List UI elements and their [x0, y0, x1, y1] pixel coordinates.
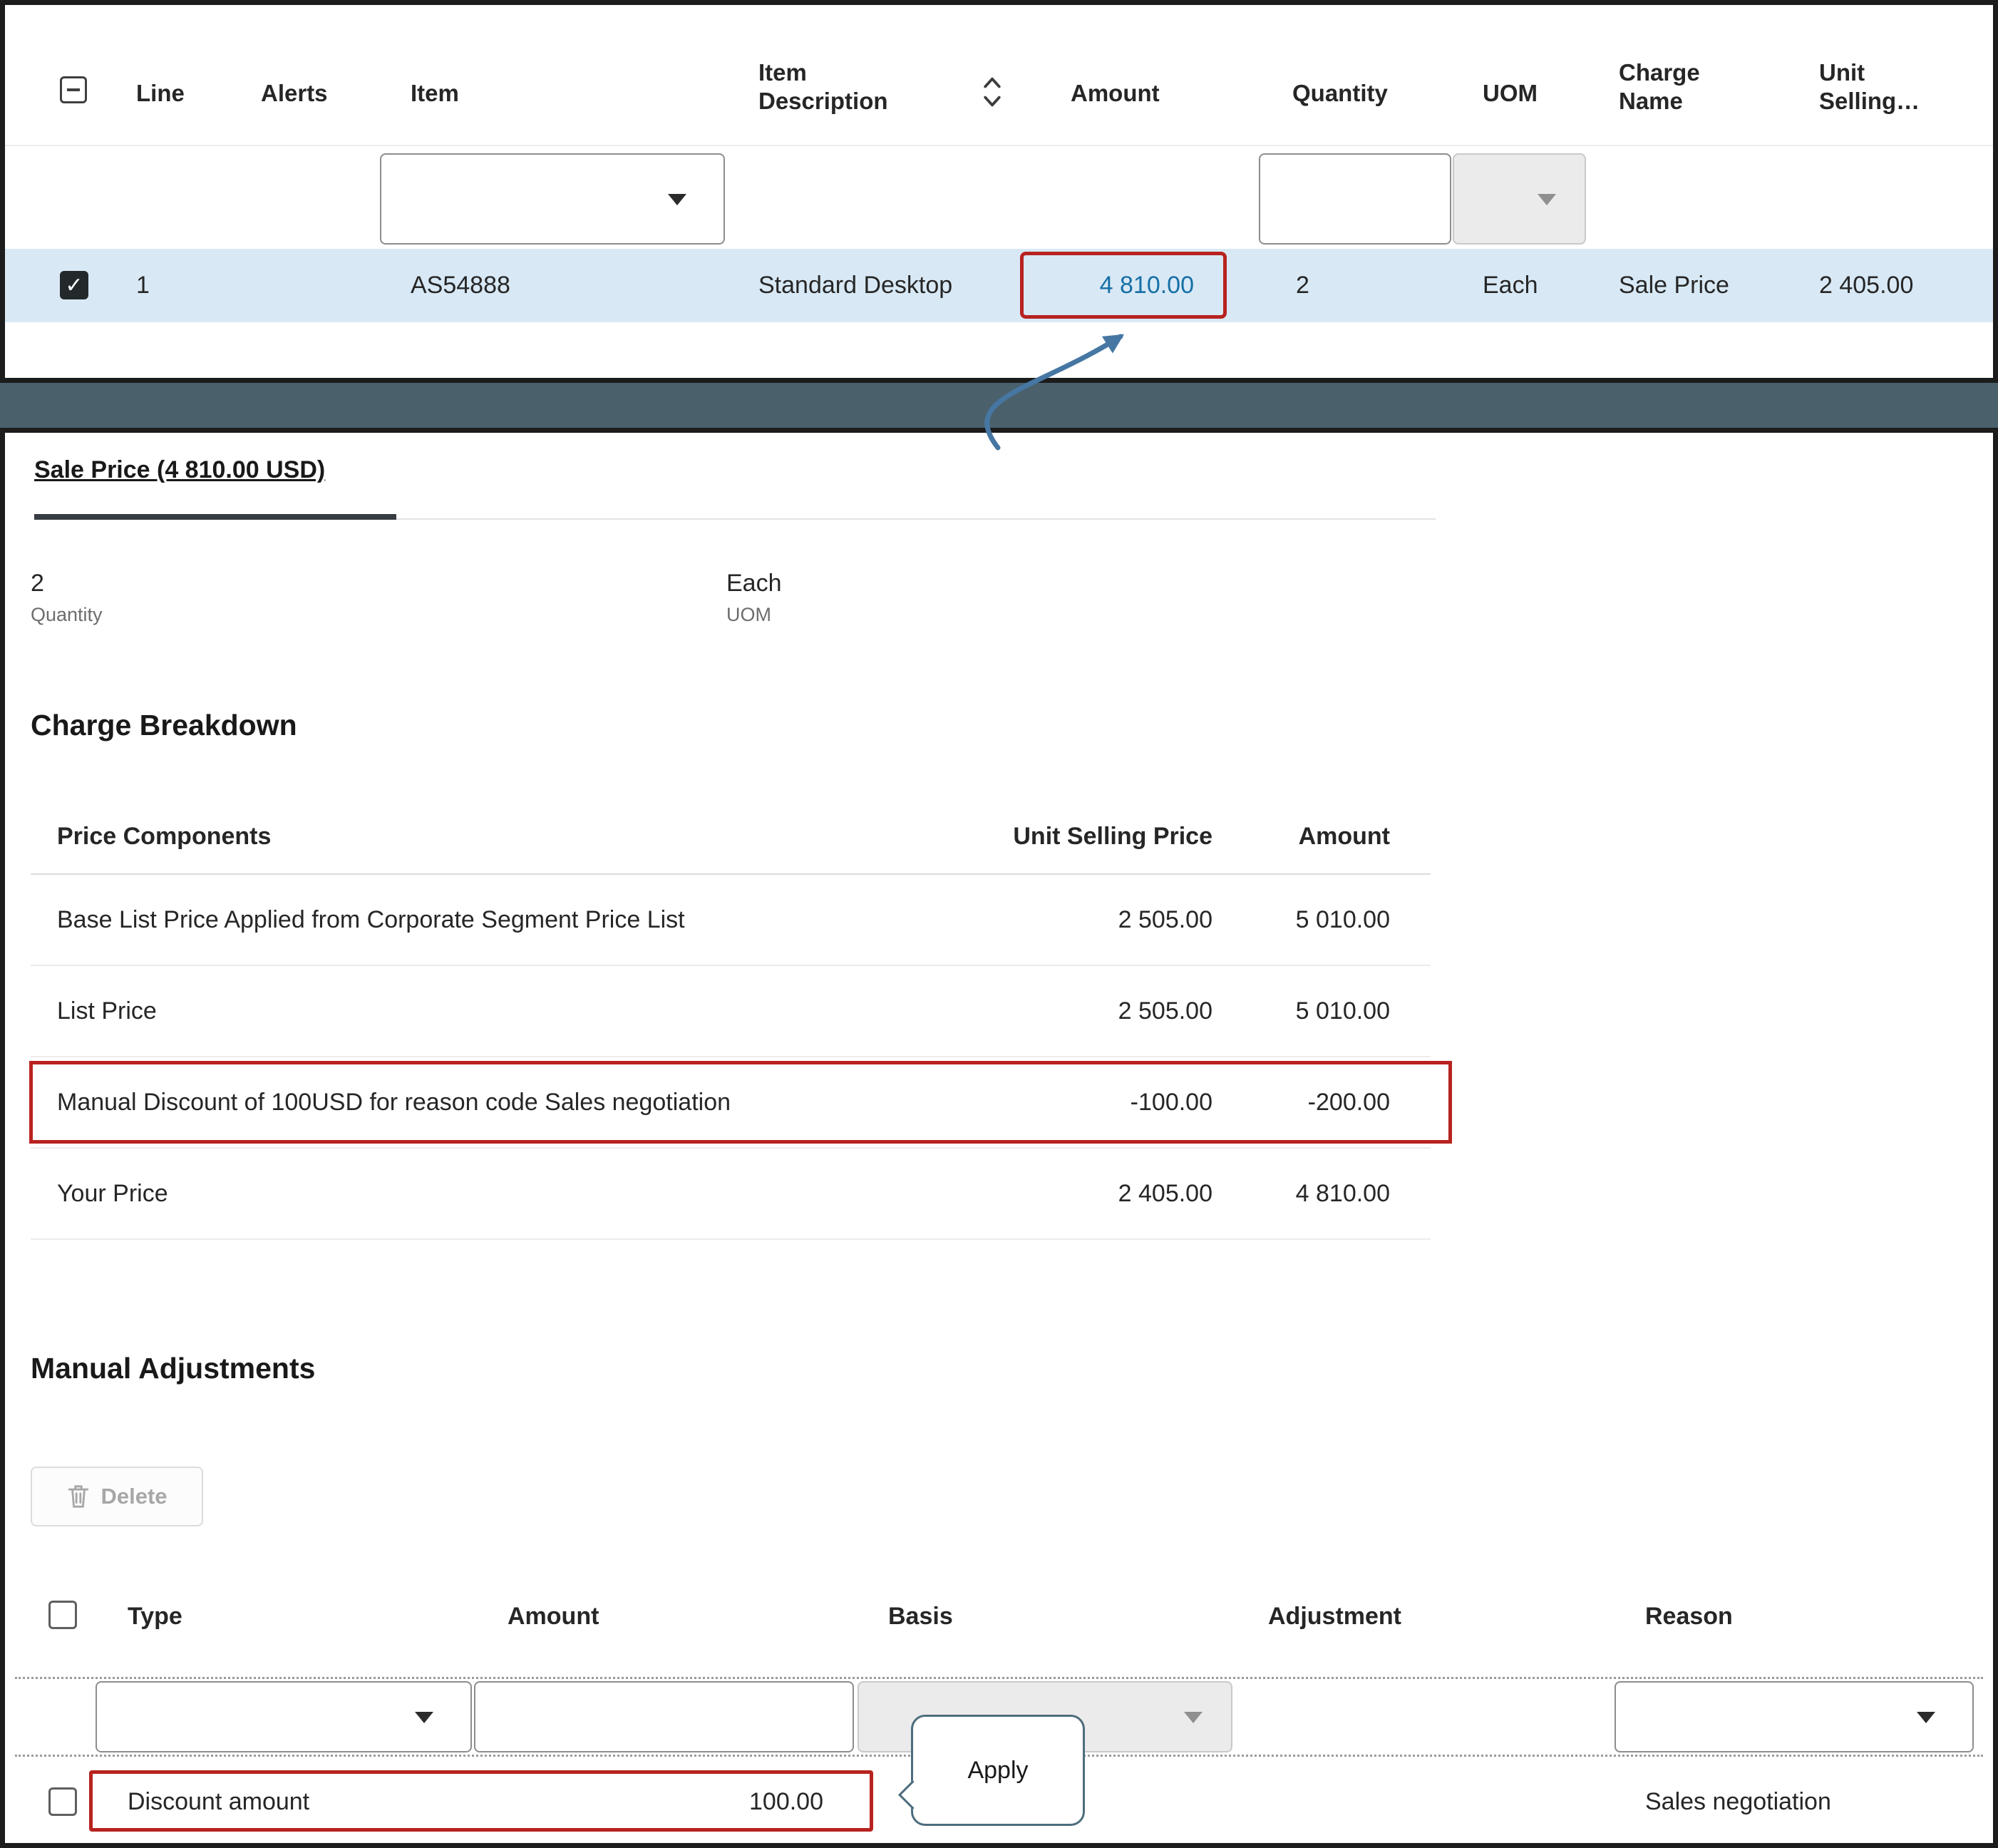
delete-button[interactable]: Delete [31, 1467, 203, 1526]
cb-row-manual-discount: Manual Discount of 100USD for reason cod… [31, 1057, 1431, 1149]
cb-header-amount: Amount [1212, 823, 1390, 851]
header-divider [5, 145, 1993, 146]
adj-cell-type: Discount amount [128, 1766, 309, 1837]
quantity-filter-input[interactable] [1259, 153, 1451, 245]
adj-cell-reason: Sales negotiation [1645, 1766, 1831, 1837]
caret-down-icon [415, 1712, 433, 1723]
cell-uom: Each [1483, 249, 1538, 322]
adjustments-select-all-checkbox[interactable] [48, 1601, 77, 1629]
cb-cell-amount: 5 010.00 [1212, 997, 1390, 1025]
cb-row-list-price: List Price 2 505.00 5 010.00 [31, 966, 1431, 1057]
col-header-charge-name: Charge Name [1619, 58, 1736, 116]
tooltip-tail [898, 1780, 927, 1809]
item-filter-select[interactable] [380, 153, 725, 245]
charge-breakdown-header-row: Price Components Unit Selling Price Amou… [31, 800, 1431, 875]
adjustment-type-select[interactable] [96, 1681, 472, 1752]
manual-adjustments-title: Manual Adjustments [31, 1354, 315, 1383]
col-header-alerts: Alerts [261, 79, 328, 108]
cb-cell-usp: 2 505.00 [999, 906, 1212, 934]
order-line-row[interactable]: ✓ 1 AS54888 Standard Desktop 4 810.00 2 … [5, 249, 1993, 322]
cb-row-your-price: Your Price 2 405.00 4 810.00 [31, 1149, 1431, 1240]
caret-down-icon [668, 194, 686, 205]
cb-row-base-list-price: Base List Price Applied from Corporate S… [31, 875, 1431, 966]
charge-breakdown-table: Price Components Unit Selling Price Amou… [31, 800, 1431, 1240]
caret-down-icon [1917, 1712, 1935, 1723]
cb-cell-usp: 2 405.00 [999, 1180, 1212, 1208]
col-header-uom: UOM [1483, 79, 1538, 108]
cb-cell-component: Base List Price Applied from Corporate S… [57, 906, 999, 934]
col-header-item-description: Item Description [758, 58, 919, 116]
section-divider-bar [0, 383, 1998, 428]
trash-icon [66, 1483, 91, 1510]
cb-cell-amount: -200.00 [1212, 1089, 1390, 1116]
cell-charge-name: Sale Price [1619, 249, 1729, 322]
cell-amount-link[interactable]: 4 810.00 [1026, 249, 1194, 322]
cb-cell-amount: 4 810.00 [1212, 1180, 1390, 1208]
apply-tooltip: Apply [911, 1715, 1085, 1826]
active-tab-indicator [34, 514, 396, 520]
col-header-quantity: Quantity [1292, 79, 1388, 108]
minus-icon [67, 88, 80, 91]
cb-cell-component: Your Price [57, 1180, 999, 1208]
cell-item: AS54888 [411, 249, 510, 322]
sort-icon[interactable] [980, 73, 1004, 111]
adjustment-reason-select[interactable] [1615, 1681, 1974, 1752]
caret-down-icon [1538, 194, 1556, 205]
col-header-item: Item [411, 79, 459, 108]
quantity-label: Quantity [31, 605, 103, 625]
adj-cell-amount: 100.00 [632, 1766, 823, 1837]
adj-header-type: Type [128, 1602, 182, 1631]
cb-cell-amount: 5 010.00 [1212, 906, 1390, 934]
cb-cell-usp: -100.00 [999, 1089, 1212, 1116]
cell-quantity: 2 [1296, 249, 1309, 322]
cb-header-component: Price Components [57, 823, 999, 851]
adjustment-row-checkbox[interactable] [48, 1787, 77, 1816]
uom-value: Each [726, 571, 782, 595]
caret-down-icon [1184, 1712, 1203, 1723]
col-header-amount: Amount [1071, 79, 1160, 108]
tab-sale-price[interactable]: Sale Price (4 810.00 USD) [34, 456, 325, 484]
cb-header-unit-selling-price: Unit Selling Price [999, 823, 1212, 851]
col-header-unit-selling: Unit Selling… [1819, 58, 1944, 116]
cell-item-description: Standard Desktop [758, 249, 952, 322]
adj-header-adjustment: Adjustment [1268, 1602, 1401, 1631]
cb-cell-component: List Price [57, 997, 999, 1025]
cb-cell-component: Manual Discount of 100USD for reason cod… [57, 1089, 999, 1116]
col-header-line: Line [136, 79, 185, 108]
charge-breakdown-title: Charge Breakdown [31, 711, 297, 740]
cb-cell-usp: 2 505.00 [999, 997, 1212, 1025]
uom-label: UOM [726, 605, 771, 625]
adjustment-amount-input[interactable] [474, 1681, 854, 1752]
apply-tooltip-label: Apply [967, 1757, 1028, 1785]
charge-detail-panel: Sale Price (4 810.00 USD) 2 Quantity Eac… [0, 428, 1998, 1848]
collapse-all-icon[interactable] [60, 76, 87, 103]
row-checkbox-checked[interactable]: ✓ [60, 271, 88, 299]
order-lines-table: Line Alerts Item Item Description Amount… [0, 0, 1998, 383]
quantity-value: 2 [31, 571, 44, 595]
adj-header-basis: Basis [888, 1602, 953, 1631]
cell-unit-selling-price: 2 405.00 [1819, 249, 1913, 322]
adj-header-amount: Amount [508, 1602, 599, 1631]
adj-header-reason: Reason [1645, 1602, 1733, 1631]
delete-button-label: Delete [101, 1484, 167, 1509]
cell-line: 1 [136, 249, 150, 322]
uom-filter-select[interactable] [1453, 153, 1586, 245]
